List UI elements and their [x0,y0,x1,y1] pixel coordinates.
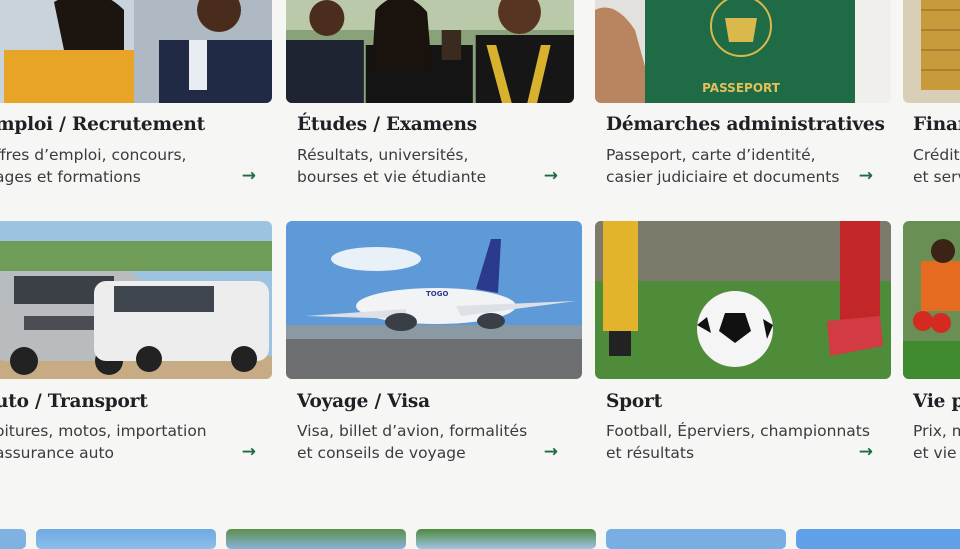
card-description-line-2: et vie c [913,444,960,462]
card-title: Sport [606,391,662,412]
card-description-line-1: Passeport, carte d’identité, [606,146,816,164]
card-description-line-1: Football, Éperviers, championnats [606,422,870,440]
card-image-football [595,221,891,379]
card-description-line-2: casier judiciaire et documents [606,168,840,186]
arrow-right-icon[interactable]: → [242,442,256,462]
card-image-passeport: PASSEPORT [595,0,891,103]
thumbnail[interactable] [36,529,216,549]
card-image-etudes [286,0,574,103]
card-description-line-1: Prix, m [913,422,960,440]
card-description-line-1: ffres d’emploi, concours, [0,146,187,164]
arrow-right-icon[interactable]: → [544,166,558,186]
card-title: Voyage / Visa [297,391,430,412]
card-title: uto / Transport [0,391,148,412]
card-description-line-2: assurance auto [0,444,115,462]
card-title: mploi / Recrutement [0,114,206,135]
card-title: Démarches administratives [606,114,885,135]
thumbnail[interactable] [226,529,406,549]
plane-label: TOGO [426,290,448,298]
card-image-auto [0,221,272,379]
card-description-line-1: oitures, motos, importation [0,422,207,440]
card-description-line-1: Visa, billet d’avion, formalités [297,422,528,440]
thumbnail[interactable] [416,529,596,549]
card-description-line-2: bourses et vie étudiante [297,168,487,186]
passport-label: PASSEPORT [702,81,781,95]
thumbnail[interactable] [796,529,960,549]
card-image-avion: TOGO [286,221,582,379]
card-description-line-2: ages et formations [0,168,141,186]
card-description-line-1: Résultats, universités, [297,146,469,164]
arrow-right-icon[interactable]: → [242,166,256,186]
thumbnail[interactable] [0,529,26,549]
card-title: Finan [913,114,960,135]
arrow-right-icon[interactable]: → [544,442,558,462]
card-title: Vie pr [913,391,960,412]
card-image-marche [903,221,960,379]
arrow-right-icon[interactable]: → [859,166,873,186]
thumbnail[interactable] [606,529,786,549]
card-image-emploi [0,0,272,103]
card-description-line-2: et conseils de voyage [297,444,466,462]
card-image-finance [903,0,960,103]
card-description-line-2: et résultats [606,444,695,462]
card-title: Études / Examens [297,114,477,135]
arrow-right-icon[interactable]: → [859,442,873,462]
card-description-line-1: Crédit, [913,146,960,164]
card-description-line-2: et serv [913,168,960,186]
